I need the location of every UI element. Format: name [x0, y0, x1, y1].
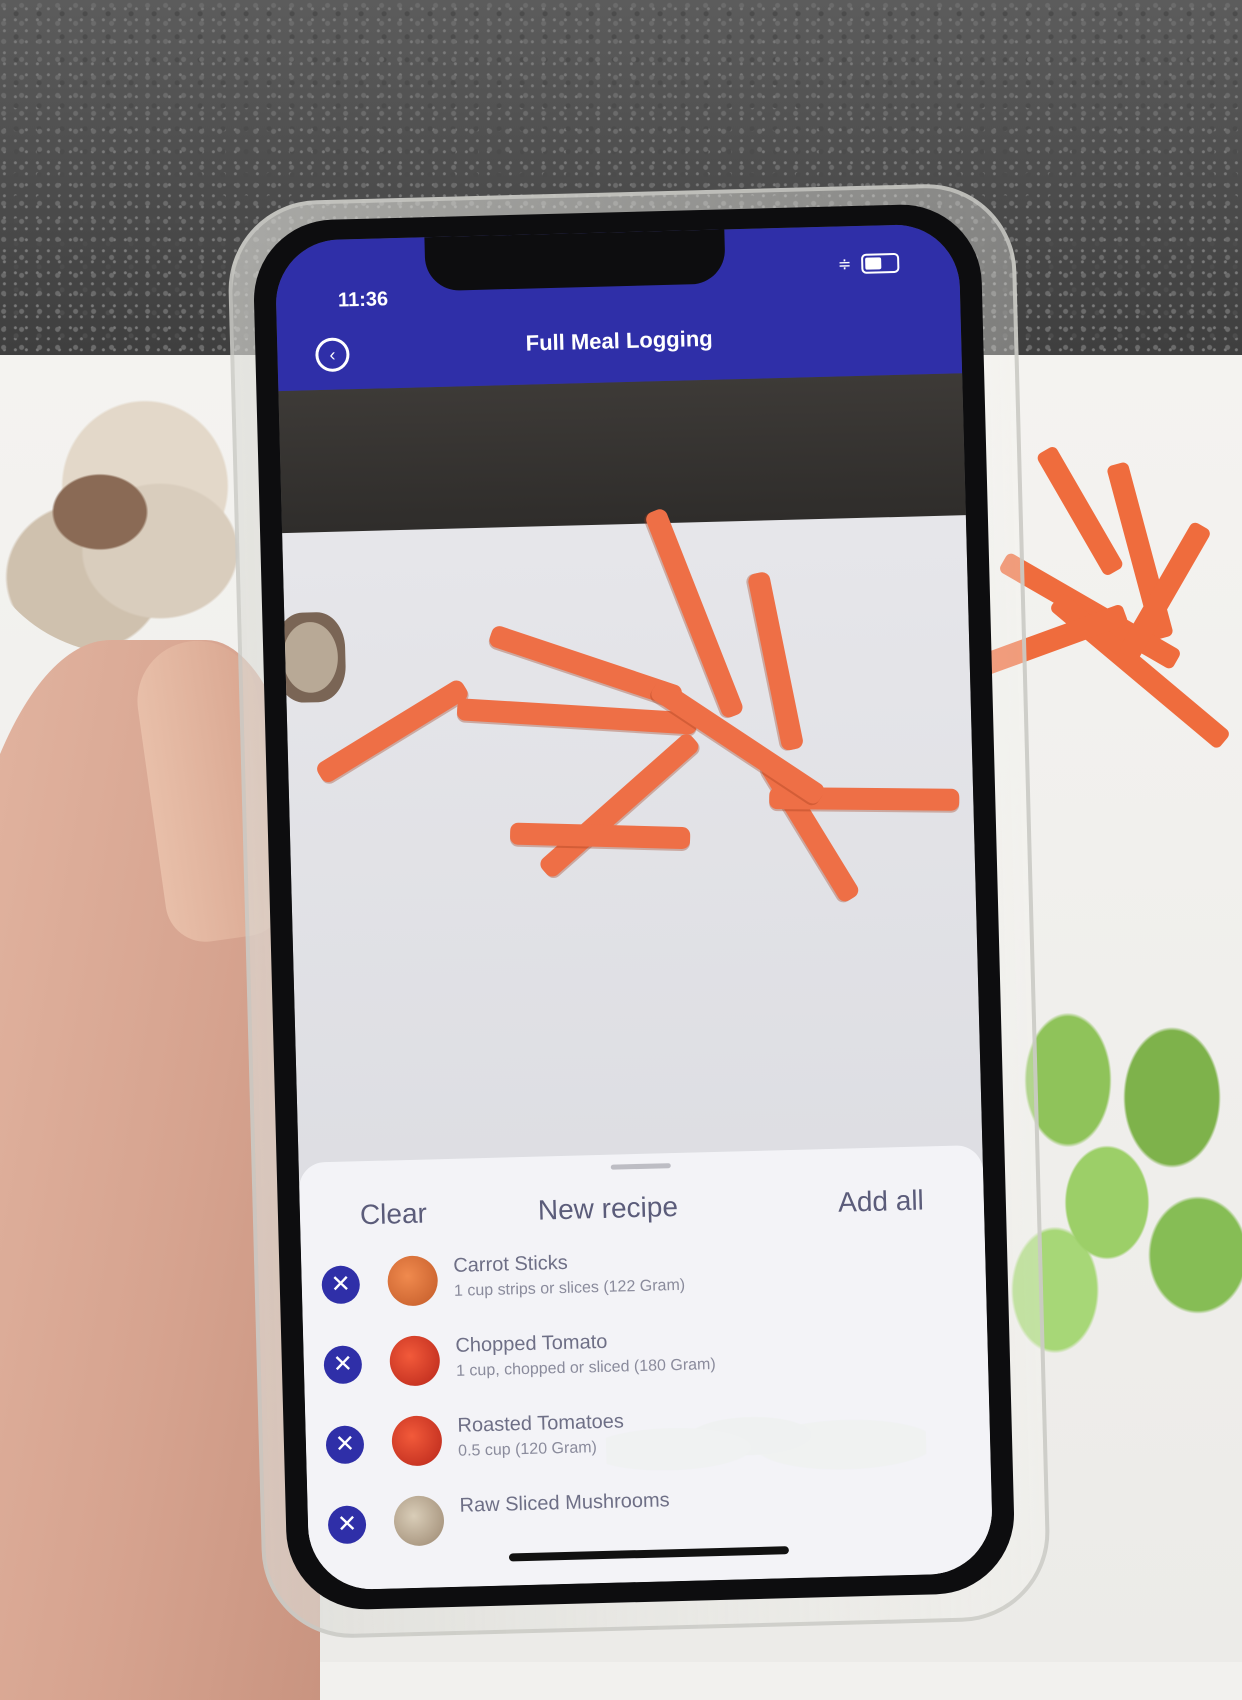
close-icon: ✕	[336, 1510, 358, 1538]
food-name: Roasted Tomatoes	[457, 1410, 625, 1437]
food-portion: 0.5 cup (120 Gram)	[457, 1439, 598, 1460]
status-icons: ≑	[837, 252, 900, 275]
new-recipe-button[interactable]: New recipe	[537, 1191, 678, 1227]
food-name: Carrot Sticks	[453, 1251, 569, 1277]
remove-item-button[interactable]: ✕	[323, 1345, 363, 1385]
carrot-sticks-preview	[283, 506, 977, 953]
wifi-icon: ≑	[837, 256, 852, 274]
food-thumbnail	[393, 1495, 445, 1547]
clear-button[interactable]: Clear	[360, 1198, 428, 1232]
detected-foods-sheet: Clear New recipe Add all ✕ Carrot Sticks…	[298, 1144, 994, 1591]
remove-item-button[interactable]: ✕	[325, 1425, 365, 1465]
camera-preview-top	[278, 373, 967, 542]
status-time: 11:36	[337, 288, 389, 312]
phone-screen: 11:36 ≑ ‹ Full Meal Logging Clear New re…	[274, 223, 994, 1591]
close-icon: ✕	[334, 1430, 356, 1459]
food-thumbnail	[387, 1255, 439, 1307]
food-portion: 1 cup strips or slices (122 Gram)	[453, 1276, 686, 1300]
remove-item-button[interactable]: ✕	[327, 1505, 367, 1545]
food-thumbnail	[391, 1415, 443, 1467]
food-name: Raw Sliced Mushrooms	[459, 1489, 670, 1517]
food-thumbnail	[389, 1335, 441, 1387]
remove-item-button[interactable]: ✕	[321, 1265, 361, 1305]
add-all-button[interactable]: Add all	[838, 1185, 924, 1219]
sheet-drag-handle[interactable]	[610, 1163, 671, 1170]
sheet-actions: Clear New recipe Add all	[299, 1173, 984, 1241]
notch	[424, 229, 726, 292]
food-name: Chopped Tomato	[455, 1330, 608, 1357]
battery-icon	[860, 252, 900, 274]
food-item[interactable]: ✕ Chopped Tomato 1 cup, chopped or slice…	[303, 1315, 989, 1405]
food-portion: 1 cup, chopped or sliced (180 Gram)	[455, 1356, 716, 1380]
close-icon: ✕	[332, 1350, 354, 1379]
page-title: Full Meal Logging	[525, 325, 713, 356]
close-icon: ✕	[330, 1270, 352, 1299]
food-item[interactable]: ✕ Carrot Sticks 1 cup strips or slices (…	[301, 1235, 987, 1325]
food-item[interactable]: ✕ Roasted Tomatoes 0.5 cup (120 Gram)	[305, 1395, 991, 1485]
